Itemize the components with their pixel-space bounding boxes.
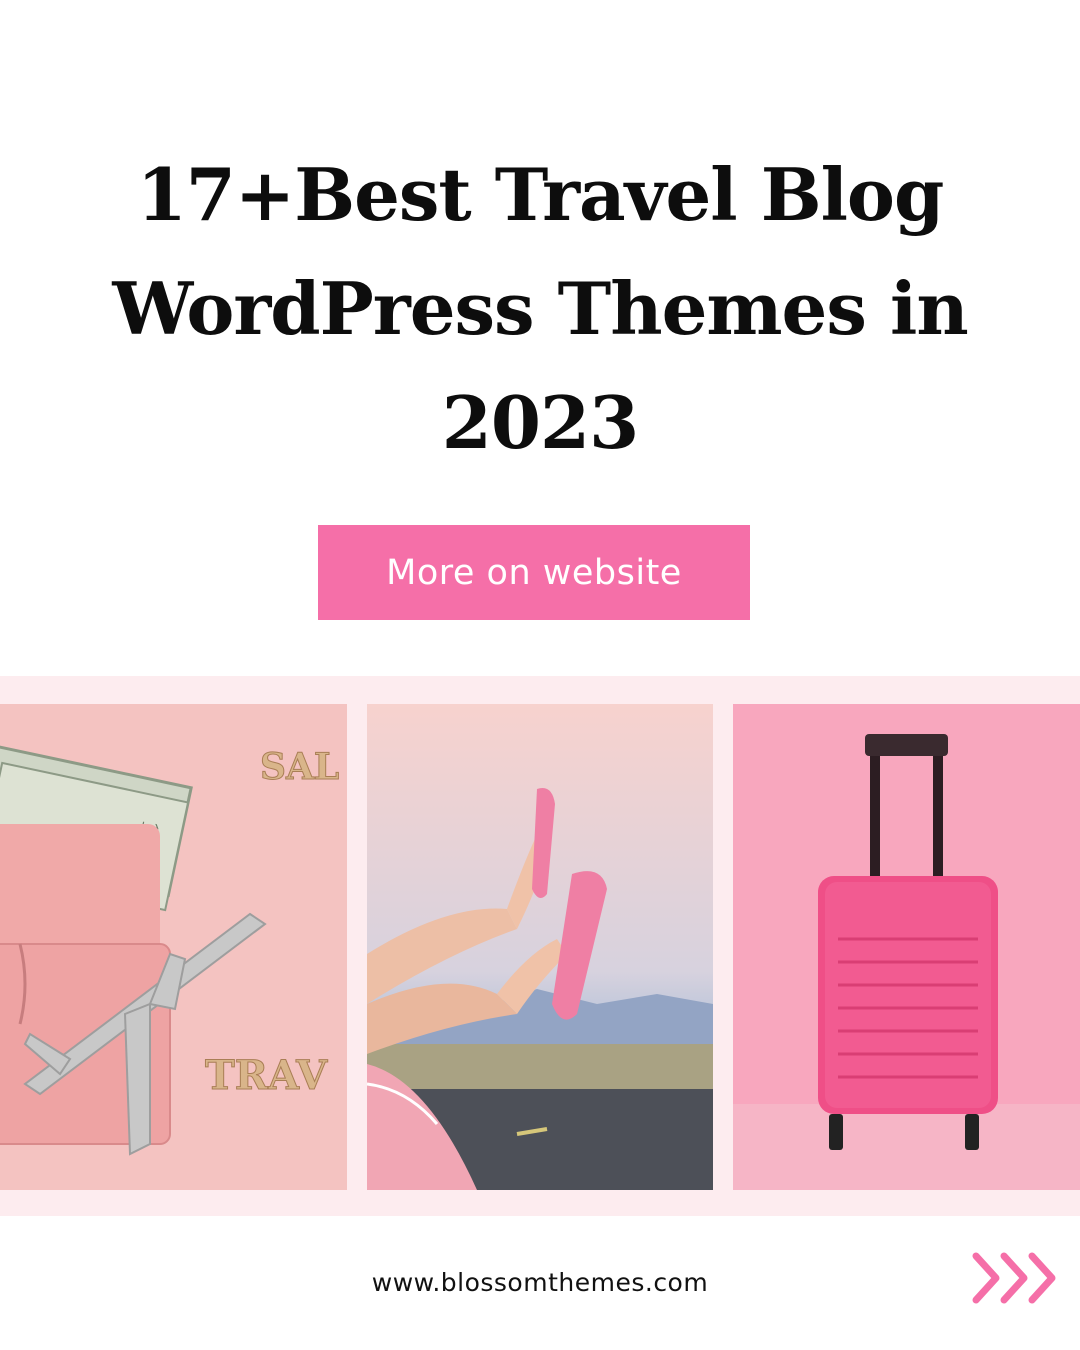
photo-letters-top: SAL [260, 746, 339, 788]
photo-strip: 100 SAL TRAV [0, 676, 1080, 1216]
pink-suitcase-photo [733, 704, 1080, 1190]
triple-chevron-right-icon[interactable] [970, 1250, 1062, 1306]
passport-money-airplane-photo: 100 SAL TRAV [0, 704, 347, 1190]
more-on-website-button[interactable]: More on website [318, 525, 750, 620]
headline-line-1: 17+Best Travel Blog [136, 152, 945, 237]
headline-line-2: WordPress Themes in [112, 266, 968, 351]
photo-letters-bottom: TRAV [205, 1052, 328, 1099]
headline-line-3: 2023 [441, 380, 639, 465]
headline: 17+Best Travel Blog WordPress Themes in … [0, 138, 1080, 480]
feet-flip-flops-photo [367, 704, 713, 1190]
website-url: www.blossomthemes.com [371, 1268, 709, 1297]
